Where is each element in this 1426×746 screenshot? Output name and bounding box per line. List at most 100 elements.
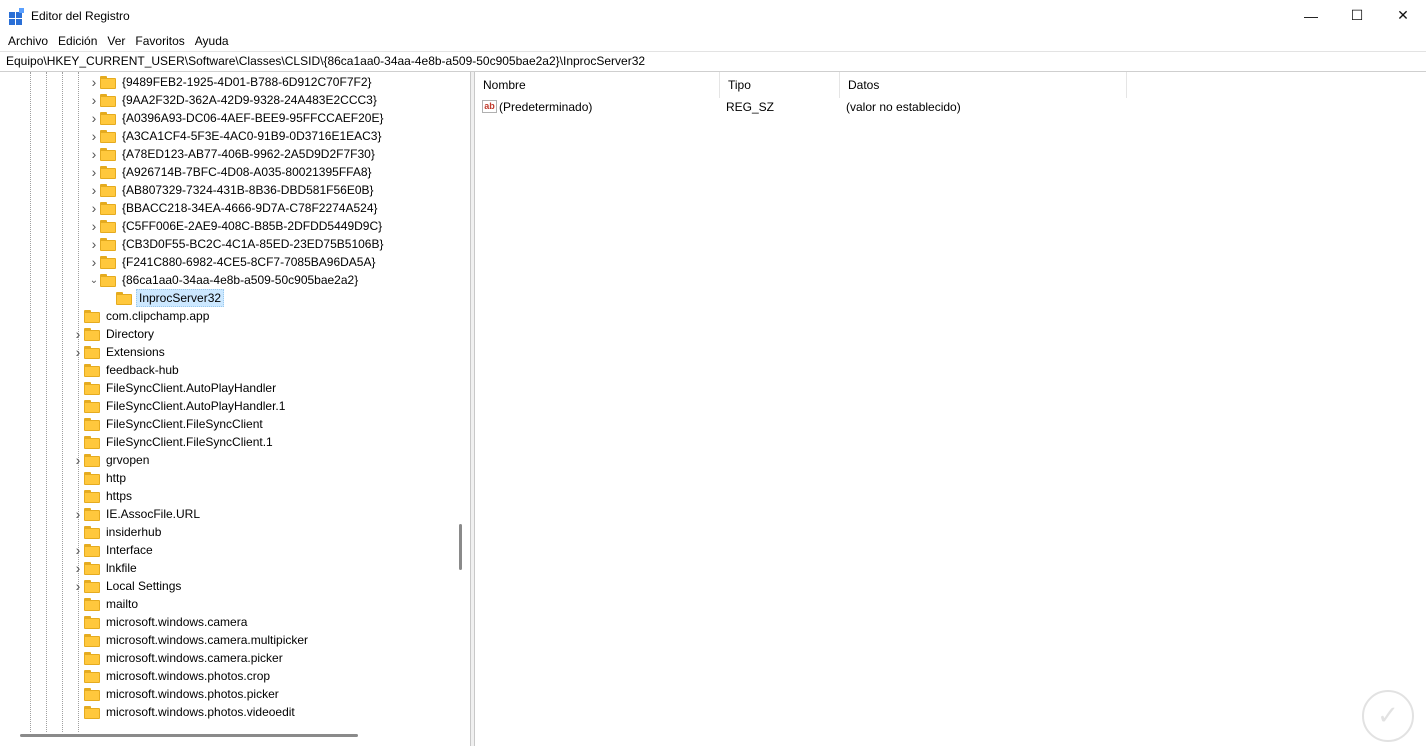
tree-item-classes-key[interactable]: microsoft.windows.camera.picker	[72, 649, 285, 667]
chevron-right-icon[interactable]: ›	[88, 91, 100, 109]
tree-item-clsid-key[interactable]: › {A926714B-7BFC-4D08-A035-80021395FFA8}	[88, 163, 374, 181]
tree-item-label: microsoft.windows.photos.videoedit	[106, 705, 295, 719]
tree-item-classes-key[interactable]: › Extensions	[72, 343, 167, 361]
folder-icon	[84, 381, 100, 395]
tree-item-classes-key[interactable]: http	[72, 469, 128, 487]
tree-item-clsid-key[interactable]: › {F241C880-6982-4CE5-8CF7-7085BA96DA5A}	[88, 253, 378, 271]
chevron-right-icon[interactable]: ›	[88, 217, 100, 235]
list-item[interactable]: ab (Predeterminado) REG_SZ (valor no est…	[475, 98, 1426, 116]
maximize-button[interactable]: ☐	[1334, 0, 1380, 31]
tree-item-label: feedback-hub	[106, 363, 179, 377]
tree-item-clsid-key[interactable]: › {C5FF006E-2AE9-408C-B85B-2DFDD5449D9C}	[88, 217, 384, 235]
chevron-right-icon[interactable]: ›	[88, 163, 100, 181]
values-list[interactable]: Nombre Tipo Datos ab (Predeterminado) RE…	[475, 72, 1426, 746]
tree-item-classes-key[interactable]: insiderhub	[72, 523, 163, 541]
chevron-right-icon[interactable]: ›	[88, 199, 100, 217]
tree-item-label: {F241C880-6982-4CE5-8CF7-7085BA96DA5A}	[122, 255, 376, 269]
column-header-name[interactable]: Nombre	[475, 72, 720, 98]
tree-item-classes-key[interactable]: FileSyncClient.FileSyncClient.1	[72, 433, 275, 451]
menu-favoritos[interactable]: Favoritos	[130, 31, 189, 51]
chevron-right-icon[interactable]: ›	[72, 325, 84, 343]
tree-item-label: FileSyncClient.FileSyncClient.1	[106, 435, 273, 449]
chevron-right-icon[interactable]: ›	[88, 145, 100, 163]
column-header-data[interactable]: Datos	[840, 72, 1127, 98]
tree-item-label: {9489FEB2-1925-4D01-B788-6D912C70F7F2}	[122, 75, 372, 89]
folder-icon	[100, 237, 116, 251]
tree-item-classes-key[interactable]: FileSyncClient.FileSyncClient	[72, 415, 265, 433]
tree-item-classes-key[interactable]: microsoft.windows.photos.crop	[72, 667, 272, 685]
tree-item-classes-key[interactable]: microsoft.windows.camera.multipicker	[72, 631, 310, 649]
tree-item-clsid-key[interactable]: › {9AA2F32D-362A-42D9-9328-24A483E2CCC3}	[88, 91, 379, 109]
menu-ayuda[interactable]: Ayuda	[190, 31, 234, 51]
chevron-right-icon[interactable]: ›	[72, 559, 84, 577]
tree-item-classes-key[interactable]: https	[72, 487, 134, 505]
chevron-right-icon[interactable]: ›	[72, 577, 84, 595]
chevron-right-icon[interactable]: ›	[88, 235, 100, 253]
chevron-right-icon[interactable]: ›	[88, 253, 100, 271]
tree-item-label: {A0396A93-DC06-4AEF-BEE9-95FFCCAEF20E}	[122, 111, 384, 125]
key-tree[interactable]: › {9489FEB2-1925-4D01-B788-6D912C70F7F2} ›…	[0, 72, 471, 746]
tree-item-label: grvopen	[106, 453, 150, 467]
tree-item-clsid-key[interactable]: › {AB807329-7324-431B-8B36-DBD581F56E0B}	[88, 181, 376, 199]
tree-item-classes-key[interactable]: › grvopen	[72, 451, 151, 469]
chevron-right-icon[interactable]: ›	[88, 109, 100, 127]
tree-item-classes-key[interactable]: mailto	[72, 595, 140, 613]
tree-item-clsid-key[interactable]: › {A0396A93-DC06-4AEF-BEE9-95FFCCAEF20E}	[88, 109, 385, 127]
chevron-right-icon[interactable]: ›	[88, 127, 100, 145]
folder-icon	[84, 471, 100, 485]
tree-item-classes-key[interactable]: com.clipchamp.app	[72, 307, 211, 325]
chevron-right-icon[interactable]: ›	[88, 73, 100, 91]
tree-item-clsid-key[interactable]: › {9489FEB2-1925-4D01-B788-6D912C70F7F2}	[88, 73, 374, 91]
folder-icon	[100, 75, 116, 89]
tree-guide-line	[62, 72, 63, 732]
column-header-type[interactable]: Tipo	[720, 72, 840, 98]
menu-archivo[interactable]: Archivo	[3, 31, 53, 51]
tree-item-inprocserver32[interactable]: InprocServer32	[104, 289, 225, 307]
tree-item-classes-key[interactable]: FileSyncClient.AutoPlayHandler	[72, 379, 278, 397]
folder-icon	[84, 345, 100, 359]
chevron-down-icon[interactable]: ⌄	[88, 271, 100, 289]
tree-item-classes-key[interactable]: feedback-hub	[72, 361, 181, 379]
folder-icon	[100, 147, 116, 161]
folder-icon	[100, 273, 116, 287]
tree-item-clsid-key[interactable]: › {A3CA1CF4-5F3E-4AC0-91B9-0D3716E1EAC3}	[88, 127, 383, 145]
chevron-right-icon[interactable]: ›	[72, 451, 84, 469]
tree-item-clsid-key[interactable]: ⌄ {86ca1aa0-34aa-4e8b-a509-50c905bae2a2}	[88, 271, 360, 289]
menu-ver[interactable]: Ver	[102, 31, 130, 51]
tree-item-classes-key[interactable]: microsoft.windows.camera	[72, 613, 249, 631]
tree-item-label: microsoft.windows.photos.crop	[106, 669, 271, 683]
minimize-button[interactable]: —	[1288, 0, 1334, 31]
tree-item-classes-key[interactable]: › Interface	[72, 541, 155, 559]
tree-item-classes-key[interactable]: FileSyncClient.AutoPlayHandler.1	[72, 397, 287, 415]
close-button[interactable]: ✕	[1380, 0, 1426, 31]
chevron-right-icon[interactable]: ›	[72, 505, 84, 523]
folder-icon	[84, 669, 100, 683]
horizontal-scrollbar[interactable]	[20, 734, 358, 737]
tree-item-clsid-key[interactable]: › {BBACC218-34EA-4666-9D7A-C78F2274A524}	[88, 199, 380, 217]
tree-item-clsid-key[interactable]: › {A78ED123-AB77-406B-9962-2A5D9D2F7F30}	[88, 145, 377, 163]
tree-item-classes-key[interactable]: › Directory	[72, 325, 156, 343]
folder-icon	[84, 309, 100, 323]
chevron-right-icon[interactable]: ›	[88, 181, 100, 199]
tree-item-classes-key[interactable]: › lnkfile	[72, 559, 139, 577]
chevron-right-icon[interactable]: ›	[72, 541, 84, 559]
folder-icon	[84, 399, 100, 413]
menu-edicion[interactable]: Edición	[53, 31, 102, 51]
address-bar[interactable]: Equipo\HKEY_CURRENT_USER\Software\Classe…	[0, 51, 1426, 72]
tree-item-classes-key[interactable]: › IE.AssocFile.URL	[72, 505, 202, 523]
menu-bar: Archivo Edición Ver Favoritos Ayuda	[0, 31, 1426, 51]
folder-icon	[116, 291, 132, 305]
tree-item-classes-key[interactable]: microsoft.windows.photos.picker	[72, 685, 281, 703]
vertical-scrollbar[interactable]	[459, 524, 462, 570]
tree-item-clsid-key[interactable]: › {CB3D0F55-BC2C-4C1A-85ED-23ED75B5106B}	[88, 235, 385, 253]
tree-item-label: {A3CA1CF4-5F3E-4AC0-91B9-0D3716E1EAC3}	[122, 129, 382, 143]
watermark-logo: ✓	[1362, 690, 1414, 742]
tree-item-classes-key[interactable]: microsoft.windows.photos.videoedit	[72, 703, 297, 721]
tree-item-classes-key[interactable]: › Local Settings	[72, 577, 183, 595]
chevron-right-icon[interactable]: ›	[72, 343, 84, 361]
